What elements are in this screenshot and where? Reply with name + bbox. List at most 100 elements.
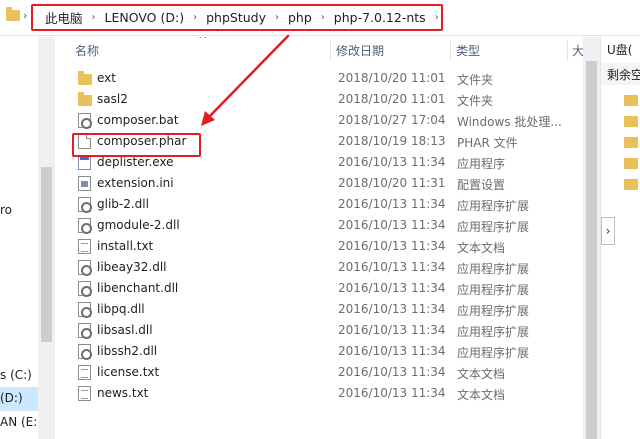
file-row[interactable]: libpq.dll 2016/10/13 11:34 应用程序扩展 <box>55 299 583 320</box>
breadcrumb-item-drive-d[interactable]: LENOVO (D:) <box>105 10 185 25</box>
file-date: 2018/10/19 18:13 <box>338 134 446 148</box>
column-header-size[interactable]: 大 <box>572 42 583 59</box>
chevron-right-icon[interactable]: › <box>23 9 27 22</box>
chevron-right-icon[interactable]: › <box>193 12 197 23</box>
annotation-highlight-box <box>72 133 201 157</box>
file-name: glib-2.dll <box>97 197 149 211</box>
file-name: libpq.dll <box>97 302 145 316</box>
file-row[interactable]: libeay32.dll 2016/10/13 11:34 应用程序扩展 <box>55 257 583 278</box>
nav-item-drive-c[interactable]: s (C:) <box>0 368 32 382</box>
column-header-type[interactable]: 类型 <box>456 42 480 59</box>
file-type: 文本文档 <box>457 388 506 402</box>
file-type: 文件夹 <box>457 73 494 87</box>
file-row[interactable]: install.txt 2016/10/13 11:34 文本文档 <box>55 236 583 257</box>
file-date: 2016/10/13 11:34 <box>338 365 446 379</box>
file-type: 文本文档 <box>457 241 506 255</box>
right-pane-subtitle: 剩余空 <box>601 63 640 85</box>
nav-item-drive-d[interactable]: (D:) <box>0 391 23 405</box>
dll-icon <box>78 281 92 297</box>
nav-item-ro[interactable]: ro <box>0 203 12 217</box>
file-type: 应用程序扩展 <box>457 325 530 339</box>
file-row[interactable]: ext 2018/10/20 11:01 文件夹 <box>55 68 583 89</box>
nav-scrollbar[interactable] <box>38 37 55 439</box>
folder-icon <box>624 179 638 190</box>
file-name: license.txt <box>97 365 160 379</box>
column-divider[interactable] <box>330 39 331 61</box>
breadcrumb: 此电脑 › LENOVO (D:) › phpStudy › php › php… <box>31 4 443 31</box>
file-row[interactable]: composer.bat 2018/10/27 17:04 Windows 批处… <box>55 110 583 131</box>
column-header-name[interactable]: 名称 <box>75 42 99 59</box>
file-type: 应用程序 <box>457 157 506 171</box>
file-type: 应用程序扩展 <box>457 283 530 297</box>
chevron-right-icon[interactable]: › <box>601 217 615 245</box>
file-name: deplister.exe <box>97 155 174 169</box>
chevron-right-icon[interactable]: › <box>435 12 439 23</box>
file-name: libssh2.dll <box>97 344 158 358</box>
nav-scrollbar-thumb[interactable] <box>41 167 52 342</box>
file-name: libeay32.dll <box>97 260 167 274</box>
text-file-icon <box>78 239 91 254</box>
breadcrumb-item-php-version[interactable]: php-7.0.12-nts <box>334 10 426 25</box>
file-date: 2016/10/13 11:34 <box>338 386 446 400</box>
chevron-right-icon[interactable]: › <box>92 12 96 23</box>
file-type: 应用程序扩展 <box>457 346 530 360</box>
breadcrumb-item-this-pc[interactable]: 此电脑 <box>45 8 83 27</box>
file-type: 应用程序扩展 <box>457 262 530 276</box>
chevron-right-icon[interactable]: › <box>275 12 279 23</box>
column-divider[interactable] <box>450 39 451 61</box>
ini-icon <box>78 176 91 191</box>
file-type: 配置设置 <box>457 178 506 192</box>
file-type: 应用程序扩展 <box>457 304 530 318</box>
text-file-icon <box>78 365 91 380</box>
file-type: PHAR 文件 <box>457 136 518 150</box>
dll-icon <box>78 197 92 213</box>
folder-icon <box>624 95 638 106</box>
dll-icon <box>78 302 92 318</box>
sort-ascending-icon: ^ <box>198 37 208 46</box>
dll-icon <box>78 260 92 276</box>
file-row[interactable]: gmodule-2.dll 2016/10/13 11:34 应用程序扩展 <box>55 215 583 236</box>
file-row[interactable]: libsasl.dll 2016/10/13 11:34 应用程序扩展 <box>55 320 583 341</box>
folder-icon <box>78 92 92 106</box>
file-row[interactable]: news.txt 2016/10/13 11:34 文本文档 <box>55 383 583 404</box>
file-row[interactable]: extension.ini 2018/10/20 11:31 配置设置 <box>55 173 583 194</box>
file-list: ^ 名称 修改日期 类型 大 ext 2018/10/20 11:01 文件夹 … <box>55 37 583 439</box>
text-file-icon <box>78 386 91 401</box>
column-header-row: ^ 名称 修改日期 类型 大 <box>55 37 583 63</box>
file-row[interactable]: glib-2.dll 2016/10/13 11:34 应用程序扩展 <box>55 194 583 215</box>
file-date: 2016/10/13 11:34 <box>338 302 446 316</box>
file-date: 2016/10/13 11:34 <box>338 344 446 358</box>
breadcrumb-item-php[interactable]: php <box>288 10 312 25</box>
exe-icon <box>78 155 91 170</box>
file-date: 2016/10/13 11:34 <box>338 260 446 274</box>
nav-item-drive-e[interactable]: AN (E:) <box>0 415 38 429</box>
file-name: install.txt <box>97 239 154 253</box>
file-list-scrollbar[interactable] <box>583 37 600 439</box>
folder-icon <box>6 7 20 21</box>
file-date: 2018/10/20 11:31 <box>338 176 446 190</box>
folder-icon <box>624 158 638 169</box>
address-bar: › 此电脑 › LENOVO (D:) › phpStudy › php › p… <box>0 0 640 36</box>
column-divider[interactable] <box>567 39 568 61</box>
folder-icon <box>624 137 638 148</box>
right-pane-title: U盘( <box>607 43 633 57</box>
file-type: 文件夹 <box>457 94 494 108</box>
breadcrumb-item-phpstudy[interactable]: phpStudy <box>206 10 266 25</box>
dll-icon <box>78 323 92 339</box>
file-type: Windows 批处理... <box>457 115 562 129</box>
file-name: libsasl.dll <box>97 323 153 337</box>
file-row[interactable]: license.txt 2016/10/13 11:34 文本文档 <box>55 362 583 383</box>
file-row[interactable]: libenchant.dll 2016/10/13 11:34 应用程序扩展 <box>55 278 583 299</box>
file-list-scrollbar-thumb[interactable] <box>586 61 597 439</box>
file-name: news.txt <box>97 386 149 400</box>
file-date: 2018/10/20 11:01 <box>338 92 446 106</box>
file-name: libenchant.dll <box>97 281 179 295</box>
file-date: 2018/10/20 11:01 <box>338 71 446 85</box>
column-header-date[interactable]: 修改日期 <box>336 42 384 59</box>
file-date: 2016/10/13 11:34 <box>338 218 446 232</box>
file-row[interactable]: sasl2 2018/10/20 11:01 文件夹 <box>55 89 583 110</box>
chevron-right-icon[interactable]: › <box>321 12 325 23</box>
file-date: 2018/10/27 17:04 <box>338 113 446 127</box>
file-row[interactable]: libssh2.dll 2016/10/13 11:34 应用程序扩展 <box>55 341 583 362</box>
file-name: gmodule-2.dll <box>97 218 180 232</box>
